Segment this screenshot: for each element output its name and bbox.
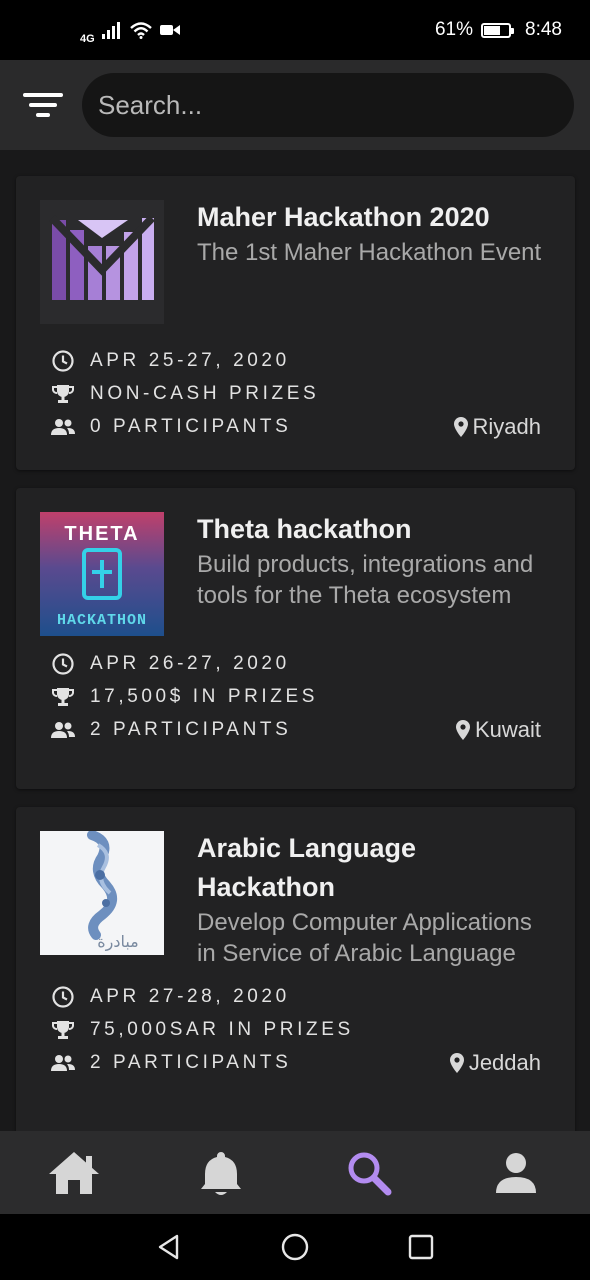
search-input[interactable]: [98, 89, 558, 121]
signal-icon: [101, 22, 120, 39]
card-header: Maher Hackathon 2020 The 1st Maher Hacka…: [16, 176, 575, 324]
clock-icon: [50, 348, 76, 374]
system-nav-bar: [0, 1214, 590, 1280]
location[interactable]: Jeddah: [449, 1046, 541, 1079]
clock-icon: [50, 651, 76, 677]
participants-row: 0 PARTICIPANTS Riyadh: [50, 410, 541, 443]
status-left: 4G: [80, 15, 181, 45]
arabic-language-logo: مبادرة: [40, 831, 164, 955]
hackathon-date: APR 25-27, 2020: [90, 349, 290, 371]
participants-row: 2 PARTICIPANTS Jeddah: [50, 1046, 541, 1079]
card-header: مبادرة Arabic Language Hackathon Develop…: [16, 807, 575, 969]
participants-row: 2 PARTICIPANTS Kuwait: [50, 713, 541, 746]
hackathon-prizes: 75,000SAR IN PRIZES: [90, 1018, 354, 1040]
status-bar: 4G 61% 8:48: [0, 0, 590, 60]
hackathon-list: Maher Hackathon 2020 The 1st Maher Hacka…: [16, 176, 575, 1155]
app-screen: 4G 61% 8:48 Search... Maher Hackathon 20…: [0, 0, 590, 1280]
recents-icon[interactable]: [403, 1229, 439, 1265]
hackathon-participants: 2 PARTICIPANTS: [90, 1051, 292, 1073]
network-type: 4G: [80, 33, 95, 45]
home-circle-icon[interactable]: [277, 1229, 313, 1265]
date-row: APR 27-28, 2020: [50, 980, 541, 1013]
people-icon: [50, 1050, 76, 1076]
wifi-icon: [129, 22, 152, 39]
hackathon-prizes: NON-CASH PRIZES: [90, 382, 320, 404]
location-pin-icon: [449, 1052, 464, 1073]
bell-icon[interactable]: [191, 1143, 251, 1203]
card-text: Maher Hackathon 2020 The 1st Maher Hacka…: [197, 200, 575, 324]
trophy-icon: [50, 1017, 76, 1043]
person-icon[interactable]: [486, 1143, 546, 1203]
hackathon-date: APR 27-28, 2020: [90, 985, 290, 1007]
card-meta: APR 25-27, 2020 NON-CASH PRIZES 0 PARTIC…: [16, 344, 575, 443]
video-icon: [159, 25, 180, 35]
clock: 8:48: [525, 19, 562, 40]
prize-row: 75,000SAR IN PRIZES: [50, 1013, 541, 1046]
people-icon: [50, 717, 76, 743]
hackathon-card[interactable]: THETA HACKATHON Theta hackathon Build pr…: [16, 488, 575, 789]
back-icon[interactable]: [151, 1229, 187, 1265]
bottom-nav: [0, 1131, 590, 1214]
theta-logo-title: THETA: [64, 523, 139, 545]
people-icon: [50, 414, 76, 440]
hackathon-participants: 0 PARTICIPANTS: [90, 415, 292, 437]
location[interactable]: Kuwait: [455, 713, 541, 746]
hackathon-title: Arabic Language Hackathon: [197, 833, 417, 902]
hackathon-card[interactable]: Maher Hackathon 2020 The 1st Maher Hacka…: [16, 176, 575, 470]
location-label: Jeddah: [468, 1049, 541, 1075]
card-meta: APR 27-28, 2020 75,000SAR IN PRIZES 2 PA…: [16, 980, 575, 1079]
date-row: APR 25-27, 2020: [50, 344, 541, 377]
trophy-icon: [50, 684, 76, 710]
date-row: APR 26-27, 2020: [50, 647, 541, 680]
hackathon-card[interactable]: مبادرة Arabic Language Hackathon Develop…: [16, 807, 575, 1137]
hackathon-title: Maher Hackathon 2020: [197, 202, 490, 232]
top-bar: [0, 60, 590, 150]
hackathon-date: APR 26-27, 2020: [90, 652, 290, 674]
arabic-logo-text: مبادرة: [97, 932, 139, 952]
location-pin-icon: [455, 719, 470, 740]
home-icon[interactable]: [44, 1143, 104, 1203]
prize-row: NON-CASH PRIZES: [50, 377, 541, 410]
status-right: 61% 8:48: [435, 19, 562, 41]
battery-percent: 61%: [434, 19, 474, 40]
hackathon-description: The 1st Maher Hackathon Event: [197, 239, 542, 266]
trophy-icon: [50, 381, 76, 407]
card-header: THETA HACKATHON Theta hackathon Build pr…: [16, 488, 575, 636]
prize-row: 17,500$ IN PRIZES: [50, 680, 541, 713]
theta-logo-subtitle: HACKATHON: [57, 612, 147, 629]
card-text: Theta hackathon Build products, integrat…: [197, 512, 575, 636]
hackathon-participants: 2 PARTICIPANTS: [90, 718, 292, 740]
maher-logo: [40, 200, 164, 324]
theta-logo: THETA HACKATHON: [40, 512, 164, 636]
location-label: Riyadh: [472, 413, 541, 439]
location-pin-icon: [453, 416, 468, 437]
search-icon[interactable]: [339, 1143, 399, 1203]
search-box[interactable]: [82, 73, 574, 137]
battery-icon: [481, 22, 515, 38]
hackathon-title: Theta hackathon: [197, 514, 412, 544]
hackathon-description: Build products, integrations and tools f…: [197, 551, 534, 609]
filter-icon[interactable]: [22, 84, 64, 126]
hackathon-description: Develop Computer Applications in Service…: [197, 909, 532, 967]
card-meta: APR 26-27, 2020 17,500$ IN PRIZES 2 PART…: [16, 647, 575, 746]
location-label: Kuwait: [474, 716, 541, 742]
clock-icon: [50, 984, 76, 1010]
card-text: Arabic Language Hackathon Develop Comput…: [197, 831, 575, 969]
location[interactable]: Riyadh: [453, 410, 541, 443]
hackathon-prizes: 17,500$ IN PRIZES: [90, 685, 319, 707]
